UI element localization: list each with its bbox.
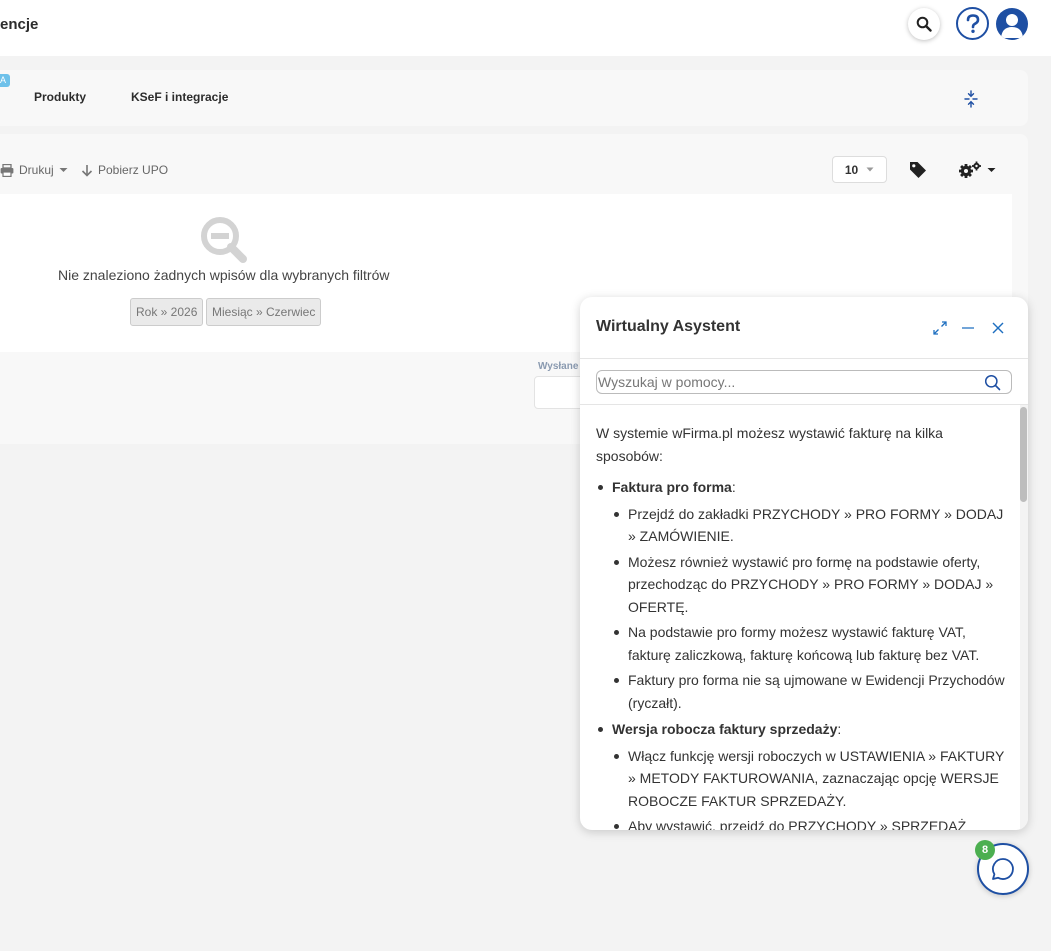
answer-section: Wersja robocza faktury sprzedaży: Włącz … bbox=[596, 718, 1006, 830]
cogs-icon bbox=[959, 161, 981, 178]
nav-item-ksef[interactable]: KSeF i integracje bbox=[131, 90, 228, 104]
list-item: Faktury pro forma nie są ujmowane w Ewid… bbox=[612, 669, 1006, 714]
print-dropdown-button[interactable]: Drukuj bbox=[0, 163, 68, 177]
assistant-search-box bbox=[596, 370, 1012, 394]
caret-down-icon bbox=[866, 167, 874, 172]
collapse-nav-button[interactable] bbox=[962, 90, 980, 108]
list-item: Przejdź do zakładki PRZYCHODY » PRO FORM… bbox=[612, 503, 1006, 548]
help-button[interactable] bbox=[956, 7, 989, 40]
arrow-down-icon bbox=[81, 164, 93, 177]
per-page-value: 10 bbox=[844, 162, 859, 177]
answer-sections: Faktura pro forma: Przejdź do zakładki P… bbox=[596, 476, 1006, 830]
nav-new-badge: A bbox=[0, 74, 10, 87]
question-mark-icon bbox=[966, 13, 979, 33]
empty-state-message: Nie znaleziono żadnych wpisów dla wybran… bbox=[58, 267, 390, 283]
printer-icon bbox=[0, 163, 14, 177]
assistant-header: Wirtualny Asystent bbox=[580, 297, 1028, 359]
tags-button[interactable] bbox=[908, 160, 928, 180]
minimize-icon bbox=[962, 327, 974, 329]
no-results-zoom-out-icon bbox=[201, 217, 247, 263]
section-items: Włącz funkcję wersji roboczych w USTAWIE… bbox=[612, 745, 1006, 830]
search-icon[interactable] bbox=[984, 374, 1001, 391]
assistant-divider bbox=[580, 404, 1028, 405]
user-avatar-button[interactable] bbox=[996, 8, 1028, 40]
nav-item-produkty[interactable]: Produkty bbox=[34, 90, 86, 104]
tag-icon bbox=[910, 162, 926, 178]
filter-chip-year[interactable]: Rok » 2026 bbox=[130, 298, 204, 326]
answer-intro: W systemie wFirma.pl możesz wystawić fak… bbox=[596, 425, 943, 464]
collapse-icon bbox=[964, 90, 978, 108]
global-search-button[interactable] bbox=[908, 8, 940, 40]
top-header: encje bbox=[0, 0, 1051, 56]
user-icon bbox=[1001, 14, 1023, 38]
list-item: Możesz również wystawić pro formę na pod… bbox=[612, 551, 1006, 619]
answer-section: Faktura pro forma: Przejdź do zakładki P… bbox=[596, 476, 1006, 714]
assistant-title: Wirtualny Asystent bbox=[596, 318, 741, 335]
expand-assistant-button[interactable] bbox=[932, 320, 948, 336]
caret-down-icon bbox=[987, 168, 996, 172]
module-navbar: A Produkty KSeF i integracje bbox=[0, 70, 1028, 126]
chat-bubble-icon bbox=[992, 858, 1014, 880]
download-upo-label: Pobierz UPO bbox=[98, 163, 169, 177]
filter-chip-month[interactable]: Miesiąc » Czerwiec bbox=[206, 298, 322, 326]
list-item: Na podstawie pro formy możesz wystawić f… bbox=[612, 621, 1006, 666]
list-item: Aby wystawić, przejdź do PRZYCHODY » SPR… bbox=[612, 815, 1006, 830]
sent-filter-label: Wysłane bbox=[538, 361, 579, 372]
expand-icon bbox=[933, 321, 947, 335]
section-heading: Faktura pro forma bbox=[612, 479, 732, 495]
section-heading: Wersja robocza faktury sprzedaży bbox=[612, 721, 838, 737]
print-label: Drukuj bbox=[19, 163, 54, 177]
list-item: Włącz funkcję wersji roboczych w USTAWIE… bbox=[612, 745, 1006, 813]
close-icon bbox=[992, 322, 1004, 334]
page-title: encje bbox=[0, 16, 39, 33]
virtual-assistant-panel: Wirtualny Asystent W systemie wFirma.pl … bbox=[580, 297, 1028, 830]
settings-dropdown-button[interactable] bbox=[958, 160, 1000, 180]
close-assistant-button[interactable] bbox=[990, 320, 1006, 336]
search-icon bbox=[916, 16, 932, 32]
chat-unread-badge: 8 bbox=[975, 840, 995, 860]
section-items: Przejdź do zakładki PRZYCHODY » PRO FORM… bbox=[612, 503, 1006, 715]
download-upo-button[interactable]: Pobierz UPO bbox=[81, 163, 168, 177]
assistant-search-input[interactable] bbox=[597, 371, 977, 393]
caret-down-icon bbox=[59, 168, 68, 172]
per-page-select[interactable]: 10 bbox=[832, 156, 887, 183]
assistant-scrollbar-thumb[interactable] bbox=[1020, 407, 1027, 502]
assistant-answer: W systemie wFirma.pl możesz wystawić fak… bbox=[596, 422, 1006, 830]
minimize-assistant-button[interactable] bbox=[960, 320, 976, 336]
